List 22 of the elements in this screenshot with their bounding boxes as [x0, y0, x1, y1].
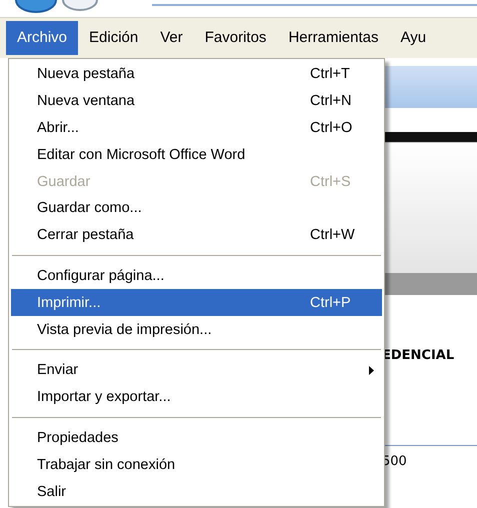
menu-item[interactable]: Trabajar sin conexión — [11, 451, 382, 478]
menu-item[interactable]: Guardar como... — [11, 194, 382, 222]
menu-item[interactable]: Nueva ventana Ctrl+N — [11, 88, 382, 115]
menu-bar-item[interactable]: Ayu — [389, 21, 438, 55]
menu-item[interactable]: Importar y exportar... — [11, 384, 382, 411]
menu-item[interactable]: Cerrar pestaña Ctrl+W — [11, 222, 382, 249]
forward-button[interactable] — [60, 0, 100, 14]
menu-bar-item[interactable]: Ver — [149, 21, 194, 55]
menu-item[interactable]: Abrir... Ctrl+O — [11, 114, 382, 142]
menu-bar-item[interactable]: Favoritos — [194, 21, 278, 55]
menu-bar-item[interactable]: Archivo — [6, 21, 78, 55]
menu-item[interactable]: Imprimir... Ctrl+P — [11, 289, 382, 316]
menu-bar-item[interactable]: Herramientas — [277, 21, 390, 55]
menu-item[interactable]: Salir — [11, 478, 382, 505]
back-button[interactable] — [14, 0, 58, 14]
menu-item[interactable]: Editar con Microsoft Office Word — [11, 141, 382, 168]
menu-item[interactable]: Nueva pestaña Ctrl+T — [11, 61, 382, 88]
menu-bar-item[interactable]: Edición — [78, 21, 150, 55]
menu-item[interactable]: Vista previa de impresión... — [11, 316, 382, 343]
menu-item[interactable]: Configurar página... — [11, 262, 382, 290]
menu-item[interactable]: Enviar — [11, 356, 382, 384]
menu-item[interactable]: Propiedades — [11, 424, 382, 452]
